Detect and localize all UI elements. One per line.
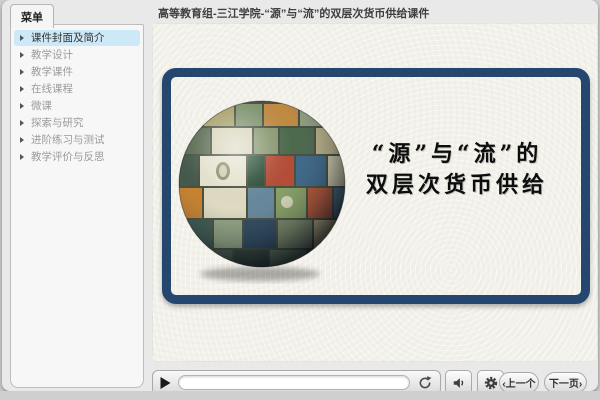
page-title: 高等教育组-三江学院-“源”与“流”的双层次货币供给课件	[158, 5, 429, 21]
sidebar-item-evaluation[interactable]: 教学评价与反思	[14, 149, 140, 165]
main-header: 高等教育组-三江学院-“源”与“流”的双层次货币供给课件	[152, 0, 598, 23]
currency-globe-image	[174, 98, 350, 284]
triangle-bullet-icon	[20, 52, 24, 58]
sidebar-item-label: 探索与研究	[31, 117, 84, 129]
sidebar-item-label: 教学设计	[31, 49, 73, 61]
triangle-bullet-icon	[20, 86, 24, 92]
triangle-bullet-icon	[20, 69, 24, 75]
volume-icon	[452, 376, 466, 390]
sidebar-item-micro-lesson[interactable]: 微课	[14, 98, 140, 114]
sidebar-item-online-course[interactable]: 在线课程	[14, 81, 140, 97]
play-icon	[160, 377, 171, 389]
triangle-bullet-icon	[20, 154, 24, 160]
page-background-strip	[0, 391, 600, 400]
slide-title-line1: “源”与“流”的	[327, 139, 587, 170]
slide-stage: “源”与“流”的 双层次货币供给	[152, 23, 598, 362]
prev-page-button[interactable]: ‹上一个	[499, 372, 539, 393]
slide-title-line2: 双层次货币供给	[327, 170, 587, 201]
sidebar-item-label: 教学课件	[31, 66, 73, 78]
replay-button[interactable]	[417, 375, 433, 391]
sidebar-item-label: 微课	[31, 100, 52, 112]
gear-icon	[483, 375, 499, 391]
sidebar: 课件封面及简介 教学设计 教学课件 在线课程 微课	[10, 24, 144, 388]
sidebar-item-cover[interactable]: 课件封面及简介	[14, 30, 140, 46]
triangle-bullet-icon	[20, 120, 24, 126]
courseware-app: 菜单 课件封面及简介 教学设计 教学课件 在线课程	[0, 0, 600, 400]
sidebar-item-teaching-design[interactable]: 教学设计	[14, 47, 140, 63]
sidebar-item-label: 教学评价与反思	[31, 151, 105, 163]
sidebar-item-practice-test[interactable]: 进阶练习与测试	[14, 132, 140, 148]
sidebar-item-label: 在线课程	[31, 83, 73, 95]
sidebar-item-label: 进阶练习与测试	[31, 134, 105, 146]
sidebar-item-courseware[interactable]: 教学课件	[14, 64, 140, 80]
sidebar-item-exploration[interactable]: 探索与研究	[14, 115, 140, 131]
sidebar-menu: 课件封面及简介 教学设计 教学课件 在线课程 微课	[11, 25, 143, 171]
triangle-bullet-icon	[20, 103, 24, 109]
app-window: 菜单 课件封面及简介 教学设计 教学课件 在线课程	[2, 0, 598, 391]
sidebar-item-label: 课件封面及简介	[31, 32, 105, 44]
next-page-button[interactable]: 下一页›	[544, 372, 587, 393]
replay-icon	[417, 375, 433, 391]
triangle-bullet-icon	[20, 35, 24, 41]
triangle-bullet-icon	[20, 137, 24, 143]
progress-bar[interactable]	[178, 375, 410, 390]
slide-title: “源”与“流”的 双层次货币供给	[327, 139, 587, 201]
tab-menu[interactable]: 菜单	[10, 4, 54, 28]
play-button[interactable]	[160, 377, 171, 389]
